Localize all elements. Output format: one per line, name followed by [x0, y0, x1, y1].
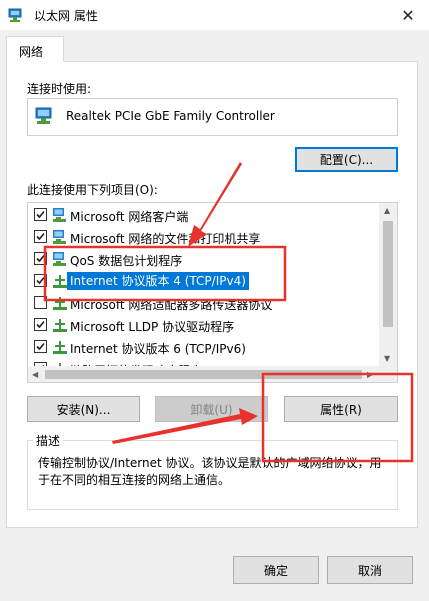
qos-scheduler-icon [53, 252, 66, 266]
connect-using-label: 连接时使用: [27, 82, 92, 96]
checkbox[interactable] [34, 274, 47, 287]
item-label: Microsoft 网络的文件和打印机共享 [70, 232, 261, 246]
network-adapter-icon [35, 107, 52, 124]
scroll-corner [379, 366, 397, 382]
adapter-name: Realtek PCIe GbE Family Controller [66, 109, 275, 123]
description-text: 传输控制协议/Internet 协议。该协议是默认的广域网络协议，用于在不同的相… [38, 456, 382, 487]
protocol-icon [53, 275, 67, 288]
close-button[interactable]: ✕ [392, 0, 424, 30]
scroll-right-icon[interactable]: ▶ [367, 370, 373, 379]
vertical-scrollbar[interactable]: ▲ ▼ [379, 203, 397, 366]
scroll-left-icon[interactable]: ◀ [32, 370, 38, 379]
protocol-icon [53, 341, 67, 354]
list-item[interactable]: Microsoft 网络客户端 [28, 204, 378, 226]
protocol-icon [53, 297, 67, 310]
list-item[interactable]: Internet 协议版本 6 (TCP/IPv6) [28, 336, 378, 358]
close-icon: ✕ [401, 5, 415, 25]
item-label: Internet 协议版本 6 (TCP/IPv6) [70, 342, 246, 356]
item-label: Microsoft 网络客户端 [70, 210, 189, 224]
file-printer-sharing-icon [53, 230, 66, 244]
tab-network[interactable]: 网络 [6, 36, 64, 62]
checkbox[interactable] [34, 230, 47, 243]
description-title: 描述 [33, 432, 64, 449]
properties-button[interactable]: 属性(R) [284, 396, 398, 422]
items-label: 此连接使用下列项目(O): [27, 183, 158, 197]
list-item[interactable]: Microsoft 网络适配器多路传送器协议 [28, 292, 378, 314]
scroll-thumb[interactable] [45, 370, 362, 379]
item-label: Microsoft LLDP 协议驱动程序 [70, 320, 235, 334]
list-item[interactable]: Microsoft 网络的文件和打印机共享 [28, 226, 378, 248]
checkbox[interactable] [34, 340, 47, 353]
network-adapter-icon [8, 8, 22, 22]
scroll-thumb[interactable] [383, 221, 393, 327]
configure-button[interactable]: 配置(C)... [295, 147, 398, 172]
network-client-icon [53, 208, 66, 222]
scroll-up-icon[interactable]: ▲ [384, 206, 390, 215]
item-label: Internet 协议版本 4 (TCP/IPv4) [67, 272, 249, 290]
uninstall-button[interactable]: 卸载(U) [155, 396, 268, 422]
components-list[interactable]: Microsoft 网络客户端 Microsoft 网络的文件和打印机共享 Qo… [27, 202, 398, 383]
install-button[interactable]: 安装(N)... [27, 396, 140, 422]
window-title: 以太网 属性 [34, 9, 98, 23]
protocol-icon [53, 319, 67, 332]
list-item[interactable]: Internet 协议版本 4 (TCP/IPv4) [28, 270, 378, 292]
list-item[interactable]: Microsoft LLDP 协议驱动程序 [28, 314, 378, 336]
tab-label: 网络 [19, 45, 44, 59]
checkbox[interactable] [34, 252, 47, 265]
cancel-button[interactable]: 取消 [327, 556, 413, 584]
checkbox[interactable] [34, 296, 47, 309]
item-label: QoS 数据包计划程序 [70, 254, 183, 268]
horizontal-scrollbar[interactable]: ◀ ▶ [28, 366, 379, 382]
ok-button[interactable]: 确定 [233, 556, 319, 584]
checkbox[interactable] [34, 208, 47, 221]
list-item[interactable]: QoS 数据包计划程序 [28, 248, 378, 270]
scroll-down-icon[interactable]: ▼ [384, 354, 390, 363]
checkbox[interactable] [34, 318, 47, 331]
item-label: Microsoft 网络适配器多路传送器协议 [70, 298, 273, 312]
